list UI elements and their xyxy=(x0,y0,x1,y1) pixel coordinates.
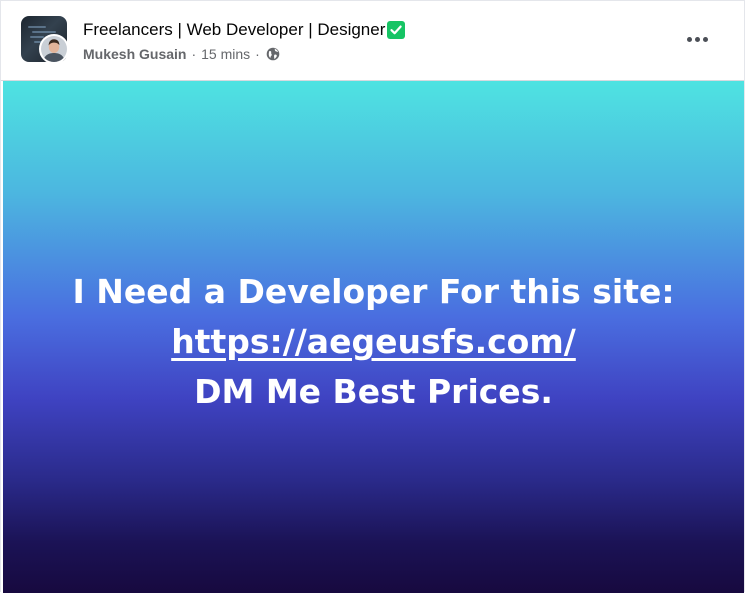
more-options-button[interactable] xyxy=(677,21,717,57)
post-text-line: DM Me Best Prices. xyxy=(194,372,553,411)
group-name-link[interactable]: Freelancers | Web Developer | Designer xyxy=(83,20,385,40)
post-link[interactable]: https://aegeusfs.com/ xyxy=(171,322,576,361)
more-options-icon xyxy=(702,36,708,42)
group-avatar-decoration xyxy=(32,31,56,33)
post-text: I Need a Developer For this site: https:… xyxy=(3,267,744,417)
check-box-icon xyxy=(387,21,406,39)
post-background: I Need a Developer For this site: https:… xyxy=(3,81,744,593)
post-timestamp[interactable]: 15 mins xyxy=(201,46,250,62)
post-meta: Mukesh Gusain · 15 mins · xyxy=(83,45,280,63)
post-text-line: I Need a Developer For this site: xyxy=(72,272,675,311)
group-avatar-decoration xyxy=(28,26,46,28)
globe-icon[interactable] xyxy=(266,47,280,61)
more-options-icon xyxy=(686,36,692,42)
group-avatar-decoration xyxy=(30,36,44,38)
avatar-stack[interactable] xyxy=(21,16,73,68)
meta-separator: · xyxy=(191,46,197,62)
post-title-line: Freelancers | Web Developer | Designer xyxy=(83,18,406,42)
post-link-line: https://aegeusfs.com/ xyxy=(3,317,744,367)
author-name-link[interactable]: Mukesh Gusain xyxy=(83,46,186,62)
post-card: Freelancers | Web Developer | Designer M… xyxy=(0,0,745,593)
author-avatar[interactable] xyxy=(39,34,69,64)
more-options-icon xyxy=(694,36,700,42)
author-avatar-image xyxy=(41,36,67,62)
meta-separator: · xyxy=(255,46,260,62)
post-header: Freelancers | Web Developer | Designer M… xyxy=(1,1,744,80)
